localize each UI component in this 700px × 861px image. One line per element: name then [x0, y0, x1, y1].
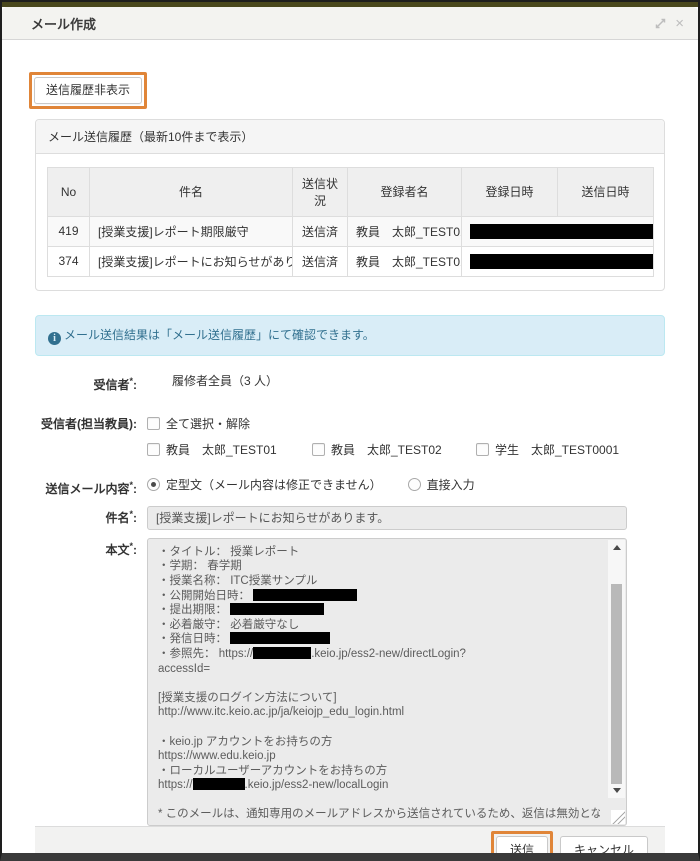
checkbox-icon[interactable]	[312, 443, 325, 456]
checkbox-icon[interactable]	[147, 417, 160, 430]
redacted-text	[230, 603, 324, 615]
content-type-option-2[interactable]: 直接入力	[408, 477, 475, 494]
cancel-button[interactable]: キャンセル	[560, 836, 648, 861]
teacher-option-label: 教員 太郎_TEST02	[331, 443, 442, 457]
teacher-option-label: 教員 太郎_TEST01	[166, 443, 277, 457]
triangle-up-icon	[613, 545, 621, 550]
mail-history-panel: メール送信履歴（最新10件まで表示） No件名送信状況登録者名登録日時送信日時 …	[35, 119, 665, 291]
highlight-annotation-send: 送信	[491, 831, 553, 861]
scrollbar-thumb[interactable]	[611, 584, 622, 784]
select-all-label: 全て選択・解除	[166, 417, 250, 431]
select-all-checkbox[interactable]: 全て選択・解除	[147, 416, 312, 433]
subject-input[interactable]	[147, 506, 627, 530]
column-header-2: 送信状況	[293, 167, 348, 216]
dialog-footer: 送信 キャンセル	[35, 826, 665, 861]
scroll-down-button[interactable]	[608, 783, 625, 798]
redacted-text	[230, 632, 330, 644]
content-type-option-1[interactable]: 定型文（メール内容は修正できません）	[147, 477, 382, 494]
dialog-header: メール作成 ×	[2, 7, 698, 40]
teacher-option-label: 学生 太郎_TEST0001	[495, 443, 619, 457]
body-text: ・タイトル： 授業レポート・学期： 春学期・授業名称： ITC授業サンプル・公開…	[148, 539, 626, 826]
recipient-label: 受信者*:	[35, 373, 137, 394]
redacted-text	[253, 647, 311, 659]
column-header-4: 登録日時	[462, 167, 558, 216]
scrollbar-track[interactable]	[608, 540, 625, 798]
checkbox-icon[interactable]	[147, 443, 160, 456]
dialog-body: 送信履歴非表示 メール送信履歴（最新10件まで表示） No件名送信状況登録者名登…	[2, 40, 698, 861]
form-row-recipient: 受信者*: 履修者全員（3 人）	[35, 373, 665, 394]
close-icon[interactable]: ×	[675, 16, 684, 31]
checkbox-icon[interactable]	[476, 443, 489, 456]
radio-icon[interactable]	[408, 478, 421, 491]
history-table-body: 419[授業支援]レポート期限厳守送信済教員 太郎_TEST01374[授業支援…	[48, 216, 654, 276]
resize-diagonal-icon[interactable]	[653, 16, 668, 31]
body-textarea[interactable]: ・タイトル： 授業レポート・学期： 春学期・授業名称： ITC授業サンプル・公開…	[147, 538, 627, 826]
mail-history-panel-title: メール送信履歴（最新10件まで表示）	[36, 120, 664, 154]
resize-grip-icon[interactable]	[611, 810, 625, 824]
info-icon: i	[48, 332, 61, 345]
mail-compose-dialog: メール作成 × 送信履歴非表示 メール送信履歴（最新10件まで表示） No件名送…	[0, 0, 700, 861]
history-toggle-button[interactable]: 送信履歴非表示	[34, 77, 142, 104]
triangle-down-icon	[613, 788, 621, 793]
teacher-option-2[interactable]: 教員 太郎_TEST02	[312, 442, 476, 459]
column-header-1: 件名	[90, 167, 293, 216]
form-row-subject: 件名*:	[35, 506, 665, 530]
info-banner: iメール送信結果は「メール送信履歴」にて確認できます。	[35, 315, 665, 356]
highlight-annotation-history-toggle: 送信履歴非表示	[29, 72, 147, 109]
subject-label: 件名*:	[35, 506, 137, 527]
history-table-header-row: No件名送信状況登録者名登録日時送信日時	[48, 167, 654, 216]
history-row[interactable]: 374[授業支援]レポートにお知らせがあります。送信済教員 太郎_TEST01	[48, 246, 654, 276]
send-button[interactable]: 送信	[496, 836, 548, 861]
radio-icon[interactable]	[147, 478, 160, 491]
info-banner-text: メール送信結果は「メール送信履歴」にて確認できます。	[64, 328, 375, 342]
form-row-recipient-teachers: 受信者(担当教員): 全て選択・解除 教員 太郎_TEST01教員 太郎_TES…	[35, 416, 665, 459]
teacher-option-3[interactable]: 学生 太郎_TEST0001	[476, 442, 619, 459]
body-label: 本文*:	[35, 538, 137, 559]
redacted-dates	[470, 254, 654, 269]
content-type-option-label: 定型文（メール内容は修正できません）	[166, 478, 382, 492]
mail-history-table: No件名送信状況登録者名登録日時送信日時 419[授業支援]レポート期限厳守送信…	[47, 167, 654, 277]
content-type-options: 定型文（メール内容は修正できません） 直接入力	[147, 477, 475, 494]
compose-form: 受信者*: 履修者全員（3 人） 受信者(担当教員): 全て選択・解除 教員 太…	[35, 373, 665, 826]
recipient-value: 履修者全員（3 人）	[147, 373, 278, 390]
history-row[interactable]: 419[授業支援]レポート期限厳守送信済教員 太郎_TEST01	[48, 216, 654, 246]
dialog-title: メール作成	[31, 14, 653, 33]
redacted-text	[193, 778, 245, 790]
form-row-body: 本文*: ・タイトル： 授業レポート・学期： 春学期・授業名称： ITC授業サン…	[35, 538, 665, 826]
redacted-text	[253, 589, 357, 601]
column-header-0: No	[48, 167, 90, 216]
teacher-options: 教員 太郎_TEST01 教員 太郎_TEST02 学生 太郎_TEST0001	[147, 442, 619, 459]
column-header-3: 登録者名	[348, 167, 462, 216]
recipient-teachers-label: 受信者(担当教員):	[35, 416, 137, 433]
scroll-up-button[interactable]	[608, 540, 625, 555]
redacted-dates	[470, 224, 654, 239]
teacher-option-1[interactable]: 教員 太郎_TEST01	[147, 442, 312, 459]
content-type-option-label: 直接入力	[427, 478, 475, 492]
content-type-label: 送信メール内容*:	[35, 477, 137, 498]
column-header-5: 送信日時	[558, 167, 654, 216]
form-row-content-type: 送信メール内容*: 定型文（メール内容は修正できません） 直接入力	[35, 477, 665, 498]
